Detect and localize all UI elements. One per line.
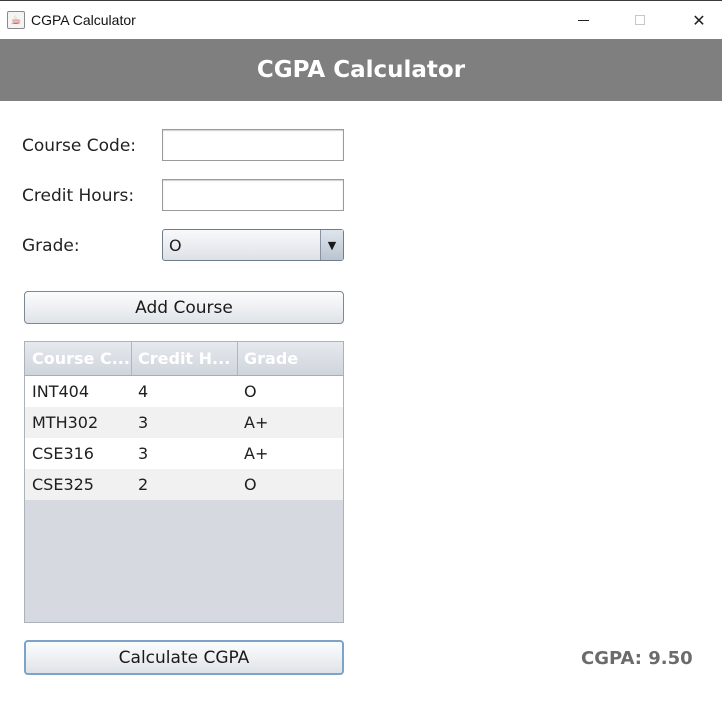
java-cup-icon: ☕: [7, 11, 25, 29]
page-title: CGPA Calculator: [0, 39, 722, 101]
column-header-course-code[interactable]: Course C...: [25, 342, 132, 375]
grade-label: Grade:: [22, 236, 80, 256]
cgpa-result: CGPA: 9.50: [581, 648, 693, 669]
cell-course-code: INT404: [32, 382, 89, 401]
table-row[interactable]: CSE325 2 O: [25, 469, 343, 500]
credit-hours-label: Credit Hours:: [22, 186, 135, 206]
course-code-field[interactable]: [162, 129, 344, 161]
column-header-grade[interactable]: Grade: [237, 342, 343, 375]
cell-course-code: CSE325: [32, 475, 94, 494]
cell-credit-hours: 3: [138, 413, 149, 432]
window-title: CGPA Calculator: [31, 12, 136, 28]
cell-credit-hours: 3: [138, 444, 149, 463]
chevron-down-icon: ▼: [327, 238, 337, 252]
cell-grade: O: [244, 475, 257, 494]
table-header: Course C... Credit H... Grade: [25, 342, 343, 376]
minimize-button[interactable]: [560, 1, 606, 39]
close-icon: ✕: [692, 10, 706, 30]
course-table[interactable]: Course C... Credit H... Grade INT404 4 O…: [24, 341, 344, 623]
cell-course-code: CSE316: [32, 444, 94, 463]
title-bar: ☕ CGPA Calculator ✕: [0, 0, 722, 39]
table-row[interactable]: CSE316 3 A+: [25, 438, 343, 469]
grade-selected-value: O: [169, 236, 182, 255]
maximize-button[interactable]: [617, 1, 663, 39]
close-button[interactable]: ✕: [676, 1, 722, 39]
minimize-icon: [577, 19, 589, 21]
course-code-label: Course Code:: [22, 136, 137, 156]
cell-credit-hours: 4: [138, 382, 149, 401]
column-header-credit-hours[interactable]: Credit H...: [131, 342, 238, 375]
cell-grade: O: [244, 382, 257, 401]
add-course-button[interactable]: Add Course: [24, 291, 344, 324]
grade-select[interactable]: O ▼: [162, 229, 344, 261]
table-row[interactable]: MTH302 3 A+: [25, 407, 343, 438]
cell-course-code: MTH302: [32, 413, 99, 432]
dropdown-arrow-button[interactable]: ▼: [320, 230, 343, 260]
credit-hours-field[interactable]: [162, 179, 344, 211]
calculate-cgpa-button[interactable]: Calculate CGPA: [24, 640, 344, 675]
maximize-icon: [635, 15, 645, 25]
table-row[interactable]: INT404 4 O: [25, 376, 343, 407]
cell-credit-hours: 2: [138, 475, 149, 494]
cell-grade: A+: [244, 413, 269, 432]
cell-grade: A+: [244, 444, 269, 463]
